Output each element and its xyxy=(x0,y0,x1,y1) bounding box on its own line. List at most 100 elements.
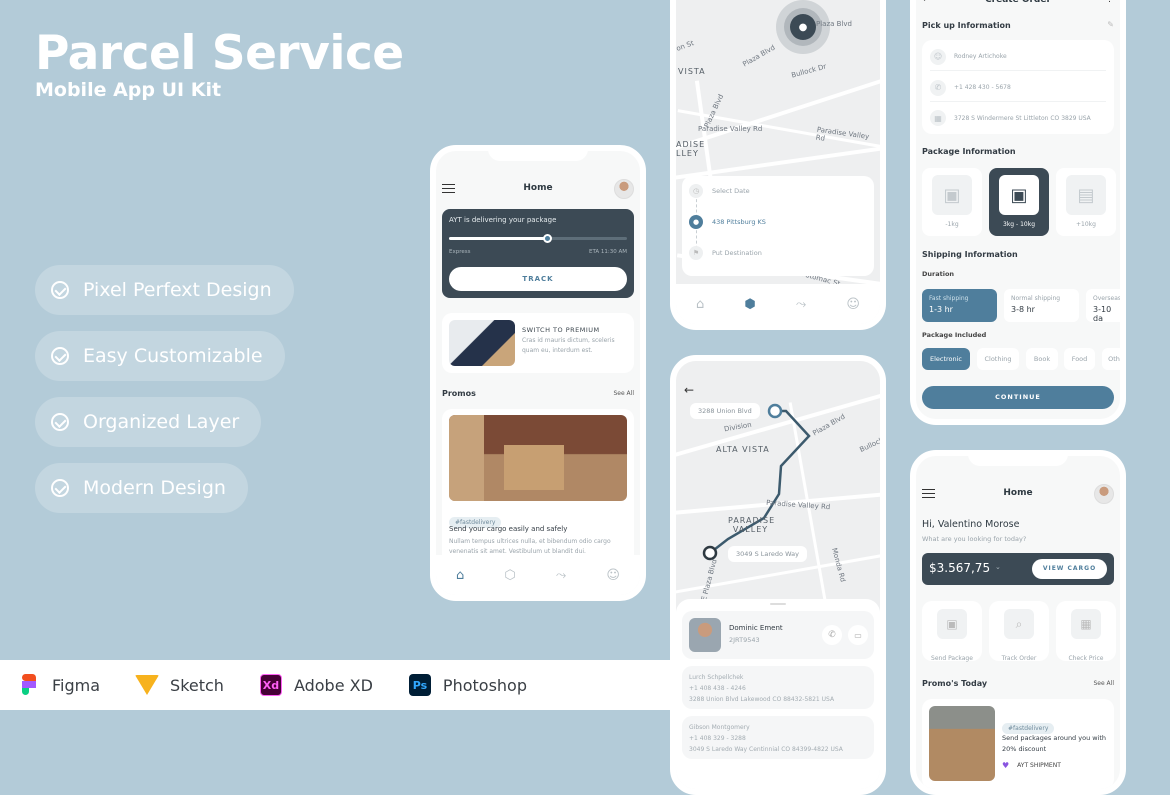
phone-home-dashboard: Home Hi, Valentino Morose What are you l… xyxy=(910,450,1126,795)
chip-electronic[interactable]: Electronic xyxy=(922,348,970,370)
premium-title: SWITCH TO PREMIUM xyxy=(522,326,600,334)
package-option-selected[interactable]: ▣ 3kg - 10kg xyxy=(989,168,1049,236)
large-box-icon: ▤ xyxy=(1066,175,1106,215)
sender-card: Lurch Schpellchek +1 408 438 - 4246 3288… xyxy=(682,666,874,709)
location-pulse: ● xyxy=(776,0,830,54)
package-icon: ▣ xyxy=(937,609,967,639)
receiver-address: 3049 S Laredo Way Centinnial CO 84399-48… xyxy=(689,746,843,753)
feature-badge: Modern Design xyxy=(35,463,248,513)
delivery-card: AYT is delivering your package Express E… xyxy=(442,209,634,298)
promos-title: Promos xyxy=(442,389,476,398)
back-arrow-icon[interactable]: ← xyxy=(684,383,694,397)
premium-card[interactable]: SWITCH TO PREMIUM Cras id mauris dictum,… xyxy=(442,313,634,373)
continue-button[interactable]: CONTINUE xyxy=(922,386,1114,409)
promo-see-all[interactable]: See All xyxy=(1093,680,1114,687)
package-option[interactable]: ▣ -1kg xyxy=(922,168,982,236)
search-icon: ⌕ xyxy=(1004,609,1034,639)
package-option[interactable]: ▤ +10kg xyxy=(1056,168,1116,236)
chip-clothing[interactable]: Clothing xyxy=(977,348,1019,370)
sender-phone: +1 408 438 - 4246 xyxy=(689,685,746,692)
shipping-option[interactable]: Overseas 3-10 da xyxy=(1086,289,1120,323)
check-circle-icon xyxy=(51,281,69,299)
chevron-down-icon[interactable]: ⌄ xyxy=(995,563,1001,571)
chip-food[interactable]: Food xyxy=(1064,348,1095,370)
feature-label: Easy Customizable xyxy=(83,345,263,367)
tool-label: Figma xyxy=(52,675,101,695)
route-steps-card: ◷ Select Date ● 438 Pittsburg KS ⚑ Put Dest… xyxy=(682,176,874,276)
delivery-text: AYT is delivering your package xyxy=(449,216,557,224)
origin-label: 3288 Union Blvd xyxy=(690,403,760,419)
pickup-phone-row: ✆ +1 428 430 - 5678 xyxy=(930,74,1106,102)
action-check-price[interactable]: ▦ Check Price xyxy=(1056,601,1116,662)
more-icon[interactable]: ⋮ xyxy=(1105,0,1114,4)
promo-image xyxy=(449,415,627,501)
balance-amount[interactable]: $3.567,75 xyxy=(929,561,990,575)
destination-label: 3049 S Laredo Way xyxy=(728,546,807,562)
promo-desc: Nullam tempus ultrices nulla, et bibendu… xyxy=(449,538,611,555)
nav-profile-icon[interactable]: ☺ xyxy=(606,568,620,583)
destination-marker[interactable] xyxy=(702,545,718,561)
courier-photo xyxy=(449,320,515,366)
tools-bar: Figma Sketch Xd Adobe XD Ps Photoshop xyxy=(0,660,672,710)
promo-headline: Send your cargo easily and safely xyxy=(449,525,568,533)
shipping-option-selected[interactable]: Fast shipping 1-3 hr xyxy=(922,289,997,322)
user-icon: ☺ xyxy=(930,48,946,65)
nav-home-icon[interactable]: ⌂ xyxy=(456,568,464,583)
avatar[interactable] xyxy=(1094,484,1114,504)
phone-create-order: ← Create Order ⋮ Pick up Information ✎ ☺… xyxy=(910,0,1126,425)
figma-icon xyxy=(18,674,40,696)
flag-icon: ⚑ xyxy=(689,246,703,260)
greeting-prompt: What are you looking for today? xyxy=(922,535,1027,543)
promo-card[interactable]: #fastdelivery Send your cargo easily and… xyxy=(442,409,634,569)
nav-route-icon[interactable]: ⤳ xyxy=(556,568,566,583)
adobe-xd-icon: Xd xyxy=(259,674,282,696)
tool-label: Adobe XD xyxy=(293,675,373,695)
sheet-handle[interactable] xyxy=(770,603,786,605)
hero-title: Parcel Service xyxy=(35,26,404,81)
track-button[interactable]: TRACK xyxy=(449,267,627,291)
shipping-option[interactable]: Normal shipping 3-8 hr xyxy=(1004,289,1079,322)
tool-sketch: Sketch xyxy=(135,674,224,696)
step-pickup[interactable]: ● 438 Pittsburg KS xyxy=(689,215,766,229)
edit-icon[interactable]: ✎ xyxy=(1107,20,1114,29)
nav-package-icon[interactable]: ⬡ xyxy=(504,568,515,583)
receiver-name: Gibson Montgomery xyxy=(689,724,750,731)
action-send-package[interactable]: ▣ Send Package xyxy=(922,601,982,662)
courier-id: 2JRT9543 xyxy=(729,636,760,644)
hero-subtitle: Mobile App UI Kit xyxy=(35,79,222,101)
step-select-date[interactable]: ◷ Select Date xyxy=(689,184,750,198)
promo-today-card[interactable]: #fastdelivery Send packages around you w… xyxy=(922,699,1114,789)
step-destination[interactable]: ⚑ Put Destination xyxy=(689,246,762,260)
nav-package-icon[interactable]: ⬢ xyxy=(744,297,755,312)
avatar[interactable] xyxy=(614,179,634,199)
message-icon[interactable]: ▭ xyxy=(848,625,868,645)
promo-image xyxy=(929,706,995,781)
tool-label: Photoshop xyxy=(442,675,527,695)
courier-avatar xyxy=(689,618,721,652)
screen-title: Create Order xyxy=(985,0,1051,5)
small-box-icon: ▣ xyxy=(932,175,972,215)
tool-label: Sketch xyxy=(170,675,224,695)
phone-map-select: Plaza Blvd Plaza Blvd Bullock Dr VISTA P… xyxy=(670,0,886,330)
calculator-icon: ▦ xyxy=(1071,609,1101,639)
duration-label: Duration xyxy=(922,270,955,278)
origin-marker[interactable] xyxy=(767,403,783,419)
promo-brand: ♥ AYT SHIPMENT xyxy=(1002,761,1061,770)
view-cargo-button[interactable]: VIEW CARGO xyxy=(1032,559,1107,579)
chip-other[interactable]: Oth xyxy=(1102,348,1120,370)
courier-name: Dominic Ement xyxy=(729,624,783,632)
balance-card: $3.567,75 ⌄ VIEW CARGO xyxy=(922,553,1114,585)
nav-profile-icon[interactable]: ☺ xyxy=(846,297,860,312)
shipping-title: Shipping Information xyxy=(922,250,1018,259)
premium-desc: Cras id mauris dictum, sceleris quam eu,… xyxy=(522,337,615,354)
promo-tag: #fastdelivery xyxy=(1002,715,1055,734)
chip-book[interactable]: Book xyxy=(1026,348,1058,370)
nav-home-icon[interactable]: ⌂ xyxy=(696,297,704,312)
route-map[interactable]: 3288 Union Blvd 3049 S Laredo Way ALTA V… xyxy=(676,361,880,611)
delivery-eta: ETA 11:30 AM xyxy=(588,249,627,255)
call-icon[interactable]: ✆ xyxy=(822,625,842,645)
action-track-order[interactable]: ⌕ Track Order xyxy=(989,601,1049,662)
nav-route-icon[interactable]: ⤳ xyxy=(796,297,806,312)
promos-see-all[interactable]: See All xyxy=(613,390,634,397)
map-pin-icon[interactable]: ● xyxy=(790,14,816,40)
